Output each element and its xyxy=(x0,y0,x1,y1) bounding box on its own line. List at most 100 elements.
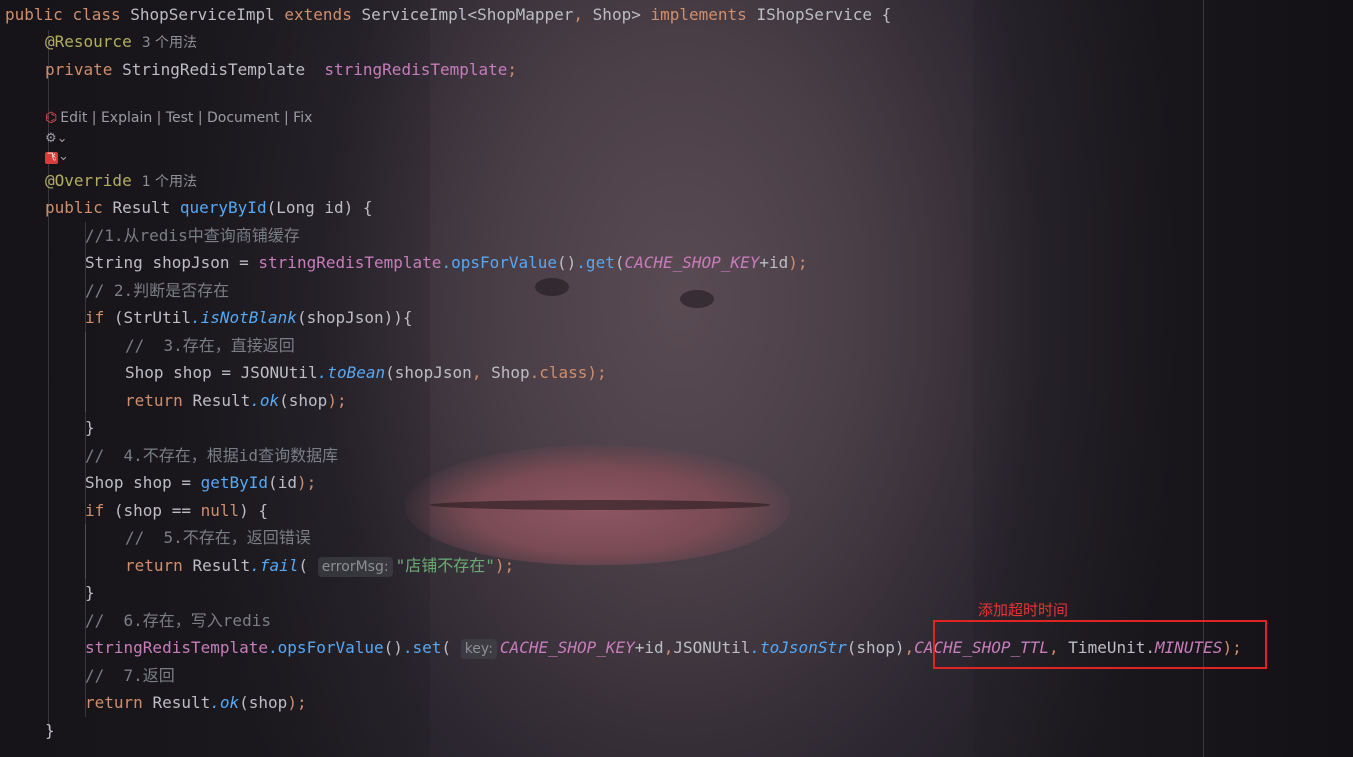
string-literal: "店铺不存在" xyxy=(395,556,495,575)
comment-line[interactable]: // 3.存在，直接返回 xyxy=(125,332,295,359)
comment-line[interactable]: // 2.判断是否存在 xyxy=(85,277,229,304)
closing-brace[interactable]: } xyxy=(45,717,55,744)
gutter-plugin-icon[interactable]: ⚙⌄ xyxy=(45,131,68,146)
annotation: @Resource xyxy=(45,32,132,51)
type-name: String xyxy=(85,253,143,272)
field-annotation[interactable]: @Resource 3 个用法 xyxy=(45,28,197,55)
punct: ( xyxy=(104,501,124,520)
comment-line[interactable]: // 6.存在，写入redis xyxy=(85,607,271,634)
punct: () xyxy=(383,638,403,657)
type-name: ShopMapper xyxy=(477,5,574,24)
code-line[interactable]: Shop shop = getById(id); xyxy=(85,469,316,496)
ai-assistant-icon: ⌬ xyxy=(45,110,58,126)
ai-actions-links[interactable]: Edit | Explain | Test | Document | Fix xyxy=(60,110,312,126)
punct: + xyxy=(634,638,645,657)
variable: id xyxy=(644,638,664,657)
usages-hint[interactable]: 3 个用法 xyxy=(142,35,197,51)
class-name: ShopServiceImpl xyxy=(130,5,275,24)
gear-icon: ⚙ xyxy=(45,131,57,146)
gutter-plugin-icon[interactable]: 飞 ⌄ xyxy=(45,149,69,164)
punct: ( xyxy=(239,693,249,712)
keyword: if xyxy=(85,308,105,327)
method-call: .isNotBlank xyxy=(190,308,297,327)
punct: = xyxy=(171,473,201,492)
code-line[interactable]: return Result.ok(shop); xyxy=(85,689,307,716)
method-call: .ok xyxy=(210,693,240,712)
annotation: @Override xyxy=(45,171,132,190)
method-call: .toJsonStr xyxy=(750,638,847,657)
type-name: JSONUtil xyxy=(240,363,318,382)
method-call: .opsForValue xyxy=(441,253,558,272)
type-name: Result xyxy=(112,198,171,217)
field-declaration[interactable]: private StringRedisTemplate stringRedisT… xyxy=(45,56,517,83)
comment-line[interactable]: // 5.不存在，返回错误 xyxy=(125,524,311,551)
type-name: Shop xyxy=(491,363,530,382)
punct: ( xyxy=(441,638,452,657)
keyword: class xyxy=(72,5,121,24)
closing-brace[interactable]: } xyxy=(85,414,95,441)
punct: ); xyxy=(494,556,515,575)
punct: ); xyxy=(788,253,808,272)
type-name: Long xyxy=(276,198,315,217)
type-name: Result xyxy=(192,391,251,410)
punct: { xyxy=(353,198,373,217)
constant: CACHE_SHOP_KEY xyxy=(624,253,760,272)
type-name: Shop xyxy=(85,473,124,492)
type-name: JSONUtil xyxy=(673,638,751,657)
punct: , xyxy=(663,638,674,657)
method-signature[interactable]: public Result queryById(Long id) { xyxy=(45,194,373,221)
field-name: stringRedisTemplate xyxy=(258,253,442,272)
type-name: StringRedisTemplate xyxy=(122,60,306,79)
param-name: id xyxy=(324,198,344,217)
punct: < xyxy=(467,5,478,24)
method-annotation[interactable]: @Override 1 个用法 xyxy=(45,167,197,194)
punct: )) xyxy=(383,308,403,327)
annotation-note: 添加超时时间 xyxy=(978,601,1069,619)
chevron-down-icon: ⌄ xyxy=(56,131,68,146)
variable: shop xyxy=(288,391,328,410)
comment-line[interactable]: // 4.不存在，根据id查询数据库 xyxy=(85,442,338,469)
punct: = xyxy=(229,253,259,272)
punct: ( xyxy=(298,556,309,575)
variable: shop xyxy=(173,363,212,382)
ai-code-actions[interactable]: ⌬ Edit | Explain | Test | Document | Fix xyxy=(45,107,312,129)
code-line[interactable]: String shopJson = stringRedisTemplate.op… xyxy=(85,249,808,276)
method-call: .get xyxy=(576,253,615,272)
type-name: StrUtil xyxy=(123,308,191,327)
closing-brace[interactable]: } xyxy=(85,579,95,606)
variable: shop xyxy=(248,693,288,712)
keyword: if xyxy=(85,501,105,520)
indent-guide xyxy=(85,524,86,579)
variable: id xyxy=(768,253,789,272)
type-name: IShopService xyxy=(756,5,873,24)
punct: > xyxy=(631,5,641,24)
variable: shop xyxy=(123,501,163,520)
code-line[interactable]: Shop shop = JSONUtil.toBean(shopJson, Sh… xyxy=(125,359,607,386)
code-line[interactable]: return Result.ok(shop); xyxy=(125,387,347,414)
class-declaration[interactable]: public class ShopServiceImpl extends Ser… xyxy=(5,1,891,28)
punct: () xyxy=(557,253,577,272)
punct: ); xyxy=(296,473,317,492)
punct: = xyxy=(211,363,241,382)
code-line[interactable]: return Result.fail( errorMsg: "店铺不存在"); xyxy=(125,552,514,579)
comment-line[interactable]: // 7.返回 xyxy=(85,662,175,689)
type-name: Result xyxy=(192,556,251,575)
keyword: return xyxy=(85,693,143,712)
punct: == xyxy=(162,501,201,520)
comment-line[interactable]: //1.从redis中查询商铺缓存 xyxy=(85,222,300,249)
punct: ( xyxy=(296,308,307,327)
punct: { xyxy=(248,501,269,520)
punct: ); xyxy=(327,391,347,410)
keyword: private xyxy=(45,60,113,79)
keyword: public xyxy=(5,5,63,24)
variable: shop xyxy=(856,638,895,657)
punct: ); xyxy=(287,693,307,712)
chevron-down-icon: ⌄ xyxy=(58,149,69,164)
usages-hint[interactable]: 1 个用法 xyxy=(142,174,197,190)
code-line[interactable]: if (shop == null) { xyxy=(85,497,268,524)
variable: shopJson xyxy=(306,308,384,327)
punct: ( xyxy=(268,473,278,492)
keyword: public xyxy=(45,198,103,217)
code-line[interactable]: if (StrUtil.isNotBlank(shopJson)){ xyxy=(85,304,413,331)
parameter-hint: key: xyxy=(460,639,497,659)
